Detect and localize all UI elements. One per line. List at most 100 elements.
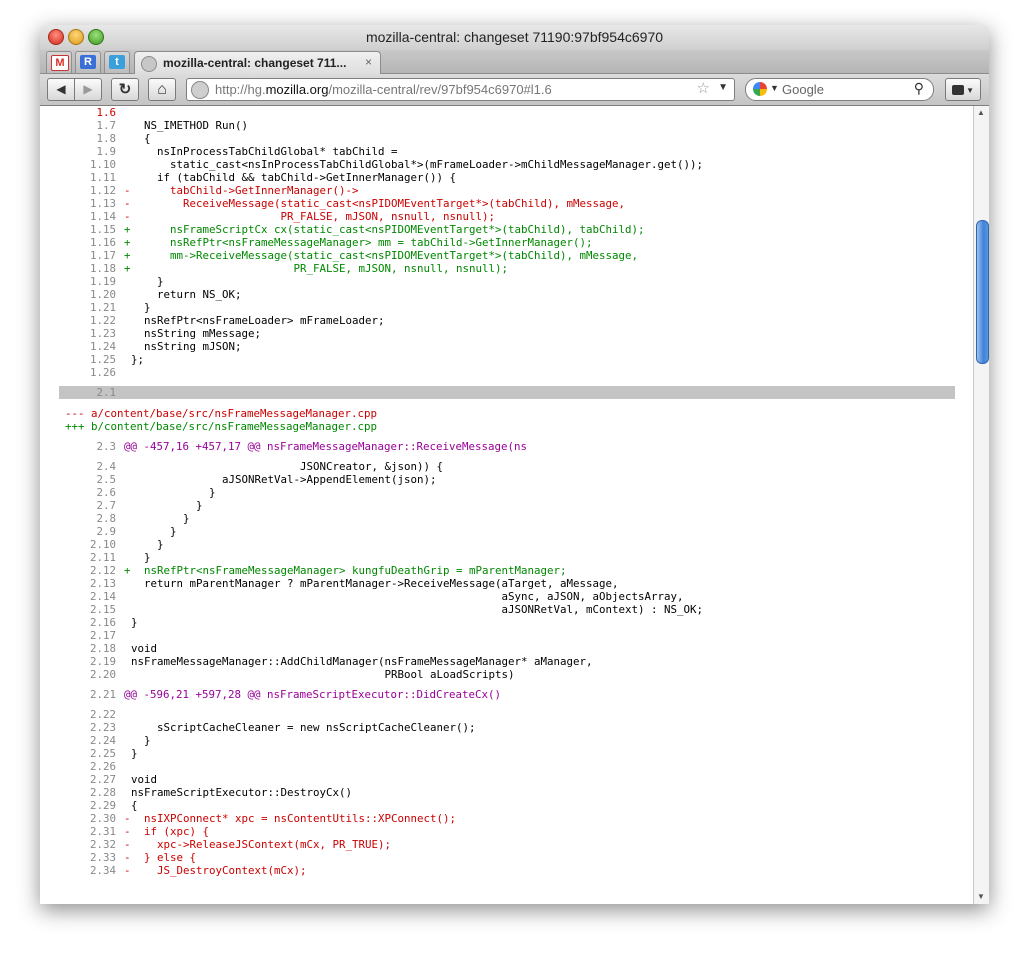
search-box[interactable]: ▼ Google ⚲ [745,78,934,101]
line-number-link[interactable]: 2.12 [80,564,116,577]
line-number-link[interactable]: 1.26 [80,366,116,379]
line-number-link[interactable]: 2.25 [80,747,116,760]
google-reader-icon: R [80,55,96,69]
url-text[interactable]: http://hg.mozilla.org/mozilla-central/re… [215,82,552,97]
home-button[interactable]: ⌂ [148,78,176,101]
site-identity-icon[interactable] [191,81,209,99]
url-history-dropdown-icon[interactable]: ▼ [718,82,728,93]
scrollbar-thumb[interactable] [976,220,989,364]
code-text: } [131,486,216,499]
bookmarks-menu-button[interactable]: ▼ [945,78,981,101]
line-number-link[interactable]: 2.3 [80,440,116,453]
reload-icon: ↻ [118,81,132,98]
diff-line: 2.23 sScriptCacheCleaner = new nsScriptC… [40,721,973,734]
line-number-link[interactable]: 2.7 [80,499,116,512]
line-number-link[interactable]: 2.20 [80,668,116,681]
reload-button[interactable]: ↻ [111,78,139,101]
code-text: JSONCreator, &json)) { [131,460,444,473]
engine-dropdown-icon[interactable]: ▼ [770,83,779,93]
line-number-link[interactable]: 1.14 [80,210,116,223]
line-number-link[interactable]: 1.24 [80,340,116,353]
line-number-link[interactable]: 2.21 [80,688,116,701]
line-number-link[interactable]: 1.13 [80,197,116,210]
line-number-link[interactable]: 2.27 [80,773,116,786]
scroll-up-arrow-icon[interactable]: ▲ [977,108,985,117]
line-number-link[interactable]: 1.21 [80,301,116,314]
line-number-link[interactable]: 1.16 [80,236,116,249]
code-text: ReceiveMessage(static_cast<nsPIDOMEventT… [131,197,626,210]
forward-button[interactable]: ▶ [74,78,102,101]
line-number-link[interactable]: 2.22 [80,708,116,721]
bookmark-star-icon[interactable]: ☆ [697,79,710,97]
title-bar: mozilla-central: changeset 71190:97bf954… [40,25,989,50]
tab-pinned-twitter[interactable]: t [104,51,130,73]
line-number-link[interactable]: 2.13 [80,577,116,590]
search-icon[interactable]: ⚲ [914,80,924,97]
line-number-link[interactable]: 1.18 [80,262,116,275]
line-number-link[interactable]: 2.10 [80,538,116,551]
vertical-scrollbar[interactable]: ▲ ▼ [973,106,989,904]
line-number-link[interactable]: 2.15 [80,603,116,616]
back-button[interactable]: ◀ [47,78,75,101]
line-number-link[interactable]: 1.7 [80,119,116,132]
line-number-link[interactable]: 2.31 [80,825,116,838]
diff-line: 2.32- xpc->ReleaseJSContext(mCx, PR_TRUE… [40,838,973,851]
tab-pinned-reader[interactable]: R [75,51,101,73]
line-number-link[interactable]: 2.4 [80,460,116,473]
line-number-link[interactable]: 1.17 [80,249,116,262]
line-number-link[interactable]: 1.11 [80,171,116,184]
code-text: PR_FALSE, mJSON, nsnull, nsnull); [131,210,496,223]
line-number-link[interactable]: 2.28 [80,786,116,799]
line-number-link[interactable]: 2.1 [80,386,116,399]
line-number-link[interactable]: 1.10 [80,158,116,171]
line-number-link[interactable]: 1.25 [80,353,116,366]
diff-line: 2.19 nsFrameMessageManager::AddChildManag… [40,655,973,668]
line-number-link[interactable]: 1.22 [80,314,116,327]
tab-close-icon[interactable]: × [365,55,372,69]
diff-line: 2.27 void [40,773,973,786]
forward-arrow-icon: ▶ [83,82,93,96]
line-number-link[interactable]: 1.8 [80,132,116,145]
scroll-down-arrow-icon[interactable]: ▼ [977,892,985,901]
line-number-link[interactable]: 2.23 [80,721,116,734]
back-arrow-icon: ◀ [56,82,66,96]
line-number-link[interactable]: 2.29 [80,799,116,812]
line-number-link[interactable]: 2.17 [80,629,116,642]
line-number-link[interactable]: 2.11 [80,551,116,564]
google-engine-icon[interactable] [753,82,767,96]
line-number-link[interactable]: 1.20 [80,288,116,301]
line-number-link[interactable]: 2.26 [80,760,116,773]
line-number-link[interactable]: 1.6 [80,106,116,119]
line-number-link[interactable]: 2.30 [80,812,116,825]
line-number-link[interactable]: 2.19 [80,655,116,668]
navigation-toolbar: ◀ ▶ ↻ ⌂ http://hg.mozilla.org/mozilla-ce… [40,74,989,106]
line-number-link[interactable]: 1.12 [80,184,116,197]
line-number-link[interactable]: 2.8 [80,512,116,525]
line-number-link[interactable]: 2.6 [80,486,116,499]
line-number-link[interactable]: 2.33 [80,851,116,864]
line-number-link[interactable]: 2.16 [80,616,116,629]
line-number-link[interactable]: 2.32 [80,838,116,851]
url-bar[interactable]: http://hg.mozilla.org/mozilla-central/re… [186,78,735,101]
line-number-link[interactable]: 2.5 [80,473,116,486]
added-marker: + [124,223,131,236]
line-number-link[interactable]: 2.18 [80,642,116,655]
search-input[interactable]: Google [782,82,824,97]
line-number-link[interactable]: 2.14 [80,590,116,603]
line-number-link[interactable]: 2.9 [80,525,116,538]
line-number-link[interactable]: 2.24 [80,734,116,747]
diff-file-header: --- a/content/base/src/nsFrameMessageMan… [40,407,973,420]
line-number-link[interactable]: 2.34 [80,864,116,877]
line-number-link[interactable]: 1.23 [80,327,116,340]
tab-active[interactable]: mozilla-central: changeset 711... × [134,51,381,74]
code-text: +++ b/content/base/src/nsFrameMessageMan… [65,420,378,433]
twitter-icon: t [109,55,125,69]
line-number-link[interactable]: 1.9 [80,145,116,158]
diff-file-header: +++ b/content/base/src/nsFrameMessageMan… [40,420,973,433]
tab-pinned-gmail[interactable]: M [46,51,72,73]
removed-marker: - [124,838,131,851]
line-number-link[interactable]: 1.15 [80,223,116,236]
line-number-link[interactable]: 1.19 [80,275,116,288]
added-marker: + [124,236,131,249]
code-text: NS_IMETHOD Run() [131,119,249,132]
